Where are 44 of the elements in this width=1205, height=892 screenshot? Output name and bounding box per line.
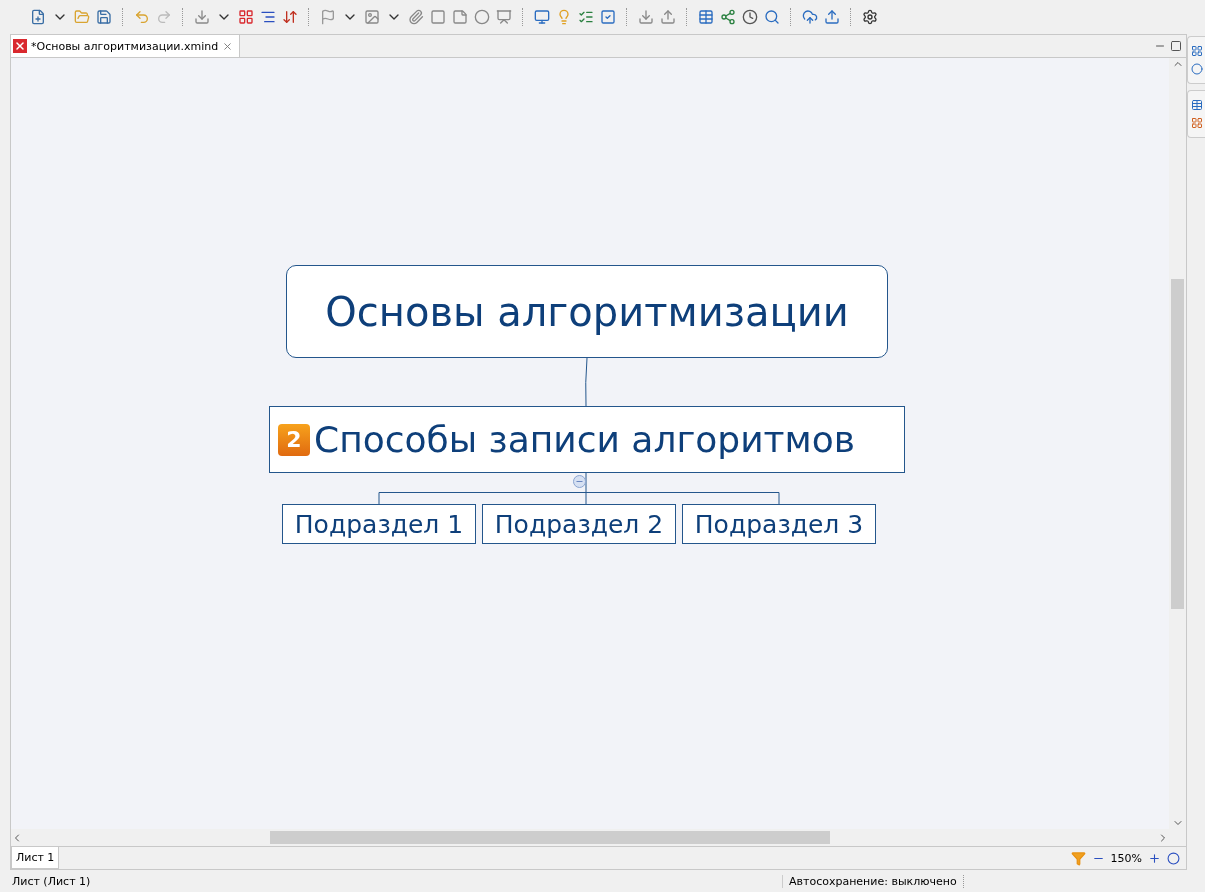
grid-icon[interactable] [238, 9, 254, 25]
checkbox-icon[interactable] [600, 9, 616, 25]
filter-icon[interactable] [1070, 850, 1086, 866]
zoom-in-icon[interactable] [1148, 851, 1161, 865]
note-icon[interactable] [452, 9, 468, 25]
central-topic[interactable]: Основы алгоритмизации [286, 265, 888, 358]
subtopic[interactable]: Подраздел 3 [682, 504, 876, 544]
export-icon[interactable] [824, 9, 840, 25]
close-icon[interactable] [222, 40, 234, 52]
topic-title: Способы записи алгоритмов [314, 419, 855, 460]
clock-icon[interactable] [742, 9, 758, 25]
circle-icon[interactable] [474, 9, 490, 25]
subtopic[interactable]: Подраздел 1 [282, 504, 476, 544]
table-icon[interactable] [698, 9, 714, 25]
vertical-scrollbar[interactable] [1169, 58, 1186, 829]
collapse-icon[interactable] [573, 475, 586, 488]
undo-icon[interactable] [134, 9, 150, 25]
sheet-tab[interactable]: Лист 1 [11, 847, 60, 869]
maximize-icon[interactable] [1170, 40, 1182, 52]
status-text: Лист (Лист 1) [11, 874, 92, 888]
monitor-icon[interactable] [534, 9, 550, 25]
connector-line [583, 358, 589, 406]
settings-icon[interactable] [862, 9, 878, 25]
autosave-status: Автосохранение: выключено [782, 874, 964, 888]
new-file-icon[interactable] [30, 9, 46, 25]
list-icon[interactable] [578, 9, 594, 25]
share-icon[interactable] [720, 9, 736, 25]
app-logo-icon [13, 39, 27, 53]
paperclip-icon[interactable] [408, 9, 424, 25]
priority-marker: 2 [278, 423, 310, 456]
editor-tab[interactable]: *Основы алгоритмизации.xmind [11, 35, 241, 57]
zoom-level: 150% [1110, 851, 1142, 865]
main-topic[interactable]: 2 Способы записи алгоритмов [269, 406, 905, 473]
slide-icon[interactable] [496, 9, 512, 25]
subtopic[interactable]: Подраздел 2 [482, 504, 676, 544]
search-icon[interactable] [764, 9, 780, 25]
save-icon[interactable] [96, 9, 112, 25]
folder-icon[interactable] [74, 9, 90, 25]
cloud-upload-icon[interactable] [802, 9, 818, 25]
flag-icon[interactable] [320, 9, 336, 25]
image-icon[interactable] [364, 9, 380, 25]
lines-icon[interactable] [260, 9, 276, 25]
horizontal-scrollbar[interactable] [11, 829, 1186, 846]
lightbulb-icon[interactable] [556, 9, 572, 25]
